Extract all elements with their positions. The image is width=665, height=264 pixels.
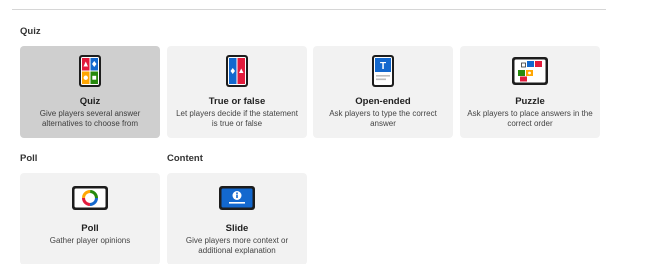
section-title-quiz: Quiz [20,26,41,37]
section-title-poll: Poll [20,153,38,164]
card-description: Give players several answer alternatives… [39,109,141,128]
svg-text:T: T [380,61,386,72]
card-name: Slide [225,223,249,234]
card-true-or-false[interactable]: True or false Let players decide if the … [167,46,307,138]
card-quiz[interactable]: Quiz Give players several answer alterna… [20,46,160,138]
poll-icon [20,180,160,216]
slide-icon [167,180,307,216]
card-name: Open-ended [355,96,411,107]
card-slide[interactable]: Slide Give players more context or addit… [167,173,307,264]
top-divider [12,9,606,10]
open-ended-icon: T [313,53,453,89]
true-false-icon [167,53,307,89]
puzzle-icon [460,53,600,89]
card-description: Let players decide if the statement is t… [176,109,298,128]
section-title-content: Content [167,153,203,164]
card-description: Give players more context or additional … [185,236,289,255]
card-name: Poll [81,223,99,234]
card-name: Quiz [79,96,101,107]
card-description: Ask players to type the correct answer [329,109,437,128]
card-description: Ask players to place answers in the corr… [467,109,593,128]
card-puzzle[interactable]: Puzzle Ask players to place answers in t… [460,46,600,138]
card-name: Puzzle [515,96,545,107]
card-description: Gather player opinions [49,236,131,245]
card-open-ended[interactable]: T Open-ended Ask players to type the cor… [313,46,453,138]
card-name: True or false [208,96,266,107]
card-poll[interactable]: Poll Gather player opinions [20,173,160,264]
quiz-icon [20,53,160,89]
